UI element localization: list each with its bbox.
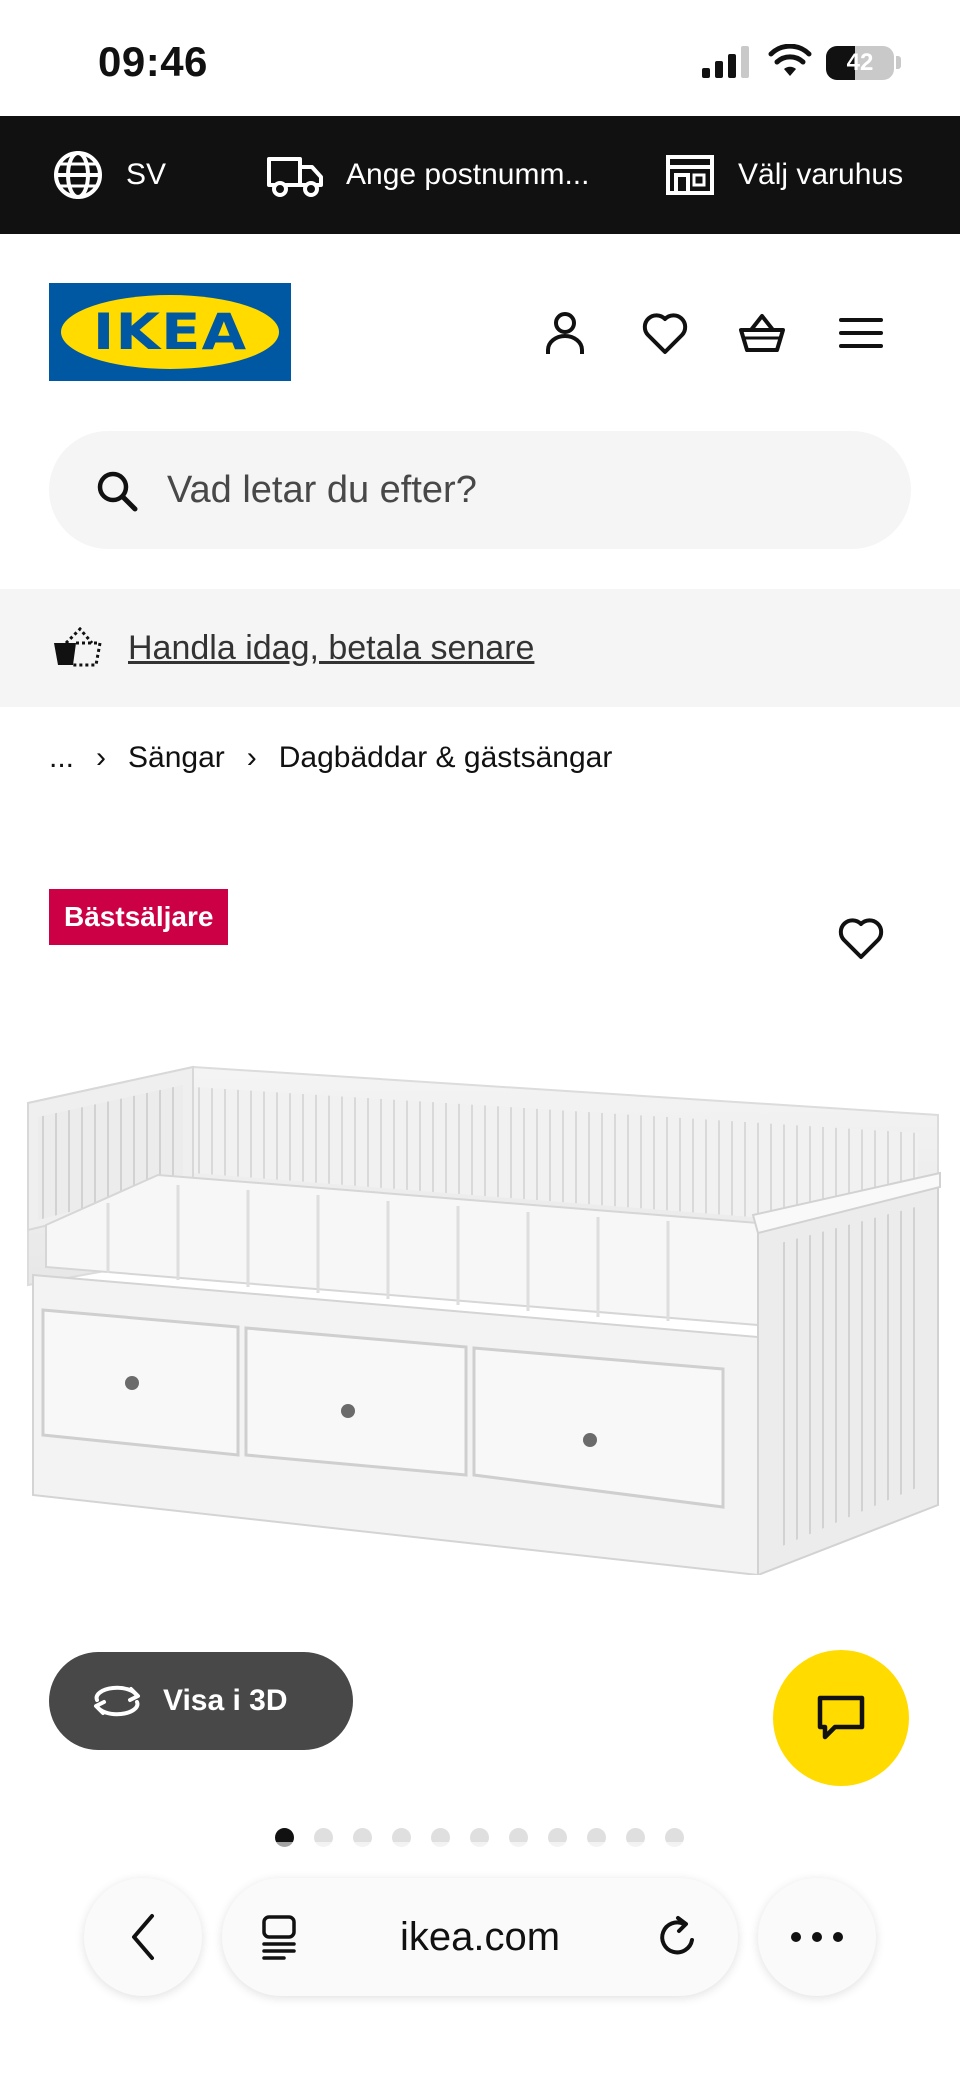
logo-oval: IKEA [61, 295, 279, 369]
browser-address-bar[interactable]: ikea.com [222, 1878, 738, 1996]
view-in-3d-label: Visa i 3D [163, 1684, 288, 1717]
product-image-daybed[interactable] [18, 1055, 942, 1575]
chevron-right-icon: › [246, 741, 257, 774]
postcode-selector[interactable]: Ange postnumm... [266, 116, 589, 234]
utility-bar: SV Ange postnumm... Välj varuhus [0, 116, 960, 234]
cellular-signal-icon [702, 46, 749, 78]
chevron-left-icon [132, 1914, 154, 1960]
wifi-icon [768, 44, 812, 76]
menu-hamburger-icon[interactable] [836, 308, 886, 358]
status-bar: 09:46 42 [0, 0, 960, 116]
delivery-truck-icon [267, 157, 323, 197]
pay-later-link[interactable]: Handla idag, betala senare [128, 589, 534, 707]
chat-bubble-icon [817, 1695, 865, 1740]
view-in-3d-button[interactable]: Visa i 3D [49, 1652, 353, 1750]
store-icon [666, 155, 714, 195]
browser-more-button[interactable] [758, 1878, 876, 1996]
chevron-right-icon: › [96, 741, 107, 774]
finance-banner: Handla idag, betala senare [0, 589, 960, 707]
status-time: 09:46 [98, 38, 208, 85]
store-label: Välj varuhus [738, 158, 904, 191]
browser-back-button[interactable] [84, 1878, 202, 1996]
language-selector[interactable]: SV [52, 116, 166, 234]
logo-text: IKEA [92, 303, 248, 361]
store-selector[interactable]: Välj varuhus [664, 116, 903, 234]
site-header: IKEA [0, 234, 960, 408]
shopping-basket-icon[interactable] [737, 308, 787, 358]
rotate-3d-icon [94, 1685, 140, 1717]
battery-tip [896, 56, 901, 69]
breadcrumb-daybeds[interactable]: Dagbäddar & gästsängar [279, 741, 613, 775]
favourites-heart-icon[interactable] [640, 308, 690, 358]
reload-icon[interactable] [656, 1914, 700, 1960]
chat-button[interactable] [773, 1650, 909, 1786]
search-icon [97, 471, 138, 512]
search-input[interactable] [167, 431, 867, 549]
postcode-label: Ange postnumm... [346, 158, 590, 191]
breadcrumb-ellipsis[interactable]: ... [49, 741, 74, 775]
more-options-icon [791, 1932, 843, 1942]
battery-level: 42 [846, 49, 874, 76]
add-to-favourites-heart-icon[interactable] [836, 913, 886, 963]
breadcrumb: ... › Sängar › Dagbäddar & gästsängar [49, 738, 612, 778]
globe-icon [54, 151, 102, 199]
breadcrumb-beds[interactable]: Sängar [128, 741, 225, 775]
search-bar[interactable] [49, 431, 911, 549]
language-label: SV [126, 158, 167, 191]
pay-later-basket-icon [54, 627, 102, 667]
bestseller-badge: Bästsäljare [49, 889, 229, 945]
battery-icon: 42 [826, 46, 894, 80]
ikea-logo[interactable]: IKEA [49, 283, 291, 381]
account-icon[interactable] [540, 308, 590, 358]
